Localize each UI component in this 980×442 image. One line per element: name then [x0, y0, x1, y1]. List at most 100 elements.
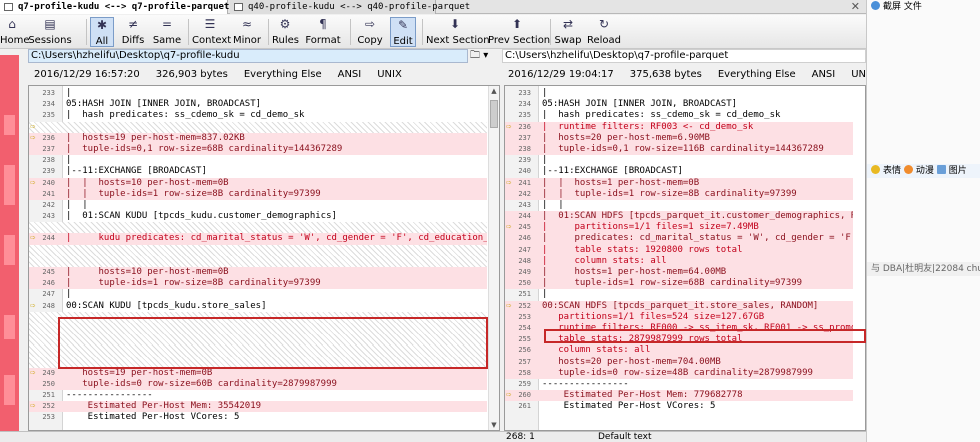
folder-icon[interactable]: 🗀 [470, 50, 480, 61]
tab-q40[interactable]: q40-profile-kudu <--> q40-profile-parque… [230, 0, 470, 14]
code-line[interactable]: 233 | [505, 88, 853, 99]
code-line[interactable]: 235 | hash predicates: ss_cdemo_sk = cd_d… [29, 110, 487, 121]
line-text: | hash predicates: ss_cdemo_sk = cd_demo… [66, 110, 305, 121]
code-line[interactable]: 261 Estimated Per-Host VCores: 5 [505, 401, 853, 412]
code-line[interactable]: ⇨ [29, 121, 487, 133]
code-line[interactable]: 240 |--11:EXCHANGE [BROADCAST] [505, 166, 853, 177]
scroll-up-icon[interactable]: ▲ [489, 86, 499, 96]
code-line[interactable]: 253 Estimated Per-Host VCores: 5 [29, 412, 487, 423]
code-line[interactable]: ⇨ 252 00:SCAN HDFS [tpcds_parquet_it.store… [505, 300, 853, 312]
format-button[interactable]: ¶ Format [304, 17, 342, 47]
code-line[interactable]: 255 table stats: 2879987999 rows total [505, 334, 853, 346]
code-line[interactable]: 253 partitions=1/1 files=524 size=127.67… [505, 311, 853, 323]
code-line[interactable]: ⇨ 236 | runtime filters: RF003 <- cd_demo_… [505, 121, 853, 133]
minor-button[interactable]: ≈ Minor [232, 17, 262, 47]
tab-q7[interactable]: q7-profile-kudu <--> q7-profile-parquet [0, 0, 229, 14]
code-line[interactable]: 256 column stats: all [505, 345, 853, 357]
code-line[interactable]: ⇨ 260 Estimated Per-Host Mem: 779682778 [505, 390, 853, 402]
code-line[interactable]: 233 | [29, 88, 487, 99]
code-line[interactable]: 247 | [29, 289, 487, 300]
home-button[interactable]: ⌂ Home [0, 17, 30, 47]
reload-button[interactable]: ↻ Reload [586, 17, 622, 47]
right-path-input[interactable]: C:\Users\hzhelifu\Desktop\q7-profile-par… [502, 49, 866, 63]
line-text: | | hosts=10 per-host-mem=0B [66, 177, 229, 188]
picture-icon[interactable] [936, 165, 946, 174]
line-number: 246 [518, 234, 531, 243]
prev-section-button[interactable]: ⬆ Prev Section [488, 17, 550, 47]
code-line[interactable] [29, 334, 487, 346]
code-line[interactable]: 254 runtime filters: RF000 -> ss_item_sk… [505, 322, 853, 335]
changed-line-arrow-icon[interactable]: ⇨ [30, 122, 42, 133]
code-line[interactable]: 239 | [505, 155, 853, 166]
next-section-button[interactable]: ⬇ Next Section [426, 17, 490, 47]
emoji-icon[interactable] [871, 165, 880, 174]
code-line[interactable]: 244 | 01:SCAN HDFS [tpcds_parquet_it.cust… [505, 211, 853, 223]
copy-button[interactable]: ⇨ Copy [356, 17, 384, 47]
code-line[interactable]: 259 ---------------- [505, 379, 853, 390]
code-line[interactable]: 234 05:HASH JOIN [INNER JOIN, BROADCAST] [29, 99, 487, 110]
code-line[interactable]: 243 | | [505, 200, 853, 211]
right-text-pane[interactable]: 233 | 234 05:HASH JOIN [INNER JOIN, BROADCA… [504, 85, 866, 431]
rules-button[interactable]: ⚙ Rules [272, 17, 299, 47]
code-line[interactable] [29, 356, 487, 368]
code-line[interactable]: ⇨ 241 | | hosts=1 per-host-mem=0B [505, 177, 853, 189]
code-line[interactable] [29, 322, 487, 335]
code-line[interactable]: 238 | [29, 155, 487, 166]
screenshot-button[interactable]: 截屏 文件 [867, 0, 980, 14]
all-button[interactable]: ✱ All [90, 17, 114, 47]
right-lines: 233 | 234 05:HASH JOIN [INNER JOIN, BROADCA… [505, 88, 853, 412]
same-button[interactable]: = Same [152, 17, 182, 47]
code-line[interactable]: 237 | tuple-ids=0,1 row-size=68B cardinal… [29, 143, 487, 156]
code-line[interactable]: 239 |--11:EXCHANGE [BROADCAST] [29, 166, 487, 177]
swap-icon: ⇄ [562, 17, 574, 31]
code-line[interactable]: 247 | table stats: 1920800 rows total [505, 244, 853, 256]
code-line[interactable] [29, 311, 487, 323]
sessions-button[interactable]: ▤ Sessions [28, 17, 72, 47]
code-line[interactable]: ⇨ 248 00:SCAN KUDU [tpcds_kudu.store_sales… [29, 301, 487, 312]
code-line[interactable]: 235 | hash predicates: ss_cdemo_sk = cd_d… [505, 110, 853, 121]
scroll-down-icon[interactable]: ▼ [489, 420, 499, 430]
code-line[interactable]: ⇨ 236 | hosts=19 per-host-mem=837.02KB [29, 132, 487, 144]
code-line[interactable]: ⇨ 252 Estimated Per-Host Mem: 35542019 [29, 401, 487, 413]
code-line[interactable]: 251 | [505, 289, 853, 300]
code-line[interactable]: 251 ---------------- [29, 390, 487, 401]
code-line[interactable]: 246 | predicates: cd_marital_status = 'W'… [505, 233, 853, 245]
close-tab-icon[interactable]: ✕ [851, 0, 860, 14]
code-line[interactable]: 258 tuple-ids=0 row-size=48B cardinality… [505, 367, 853, 379]
swap-button[interactable]: ⇄ Swap [554, 17, 582, 47]
code-line[interactable] [29, 345, 487, 357]
code-line[interactable]: ⇨ 245 | partitions=1/1 files=1 size=7.49MB [505, 222, 853, 234]
code-line[interactable]: 246 | tuple-ids=1 row-size=8B cardinality… [29, 278, 487, 290]
code-line[interactable] [29, 255, 487, 267]
code-line[interactable]: 248 | column stats: all [505, 255, 853, 267]
code-line[interactable] [29, 244, 487, 256]
code-line[interactable]: 234 05:HASH JOIN [INNER JOIN, BROADCAST] [505, 99, 853, 110]
code-line[interactable]: ⇨ 240 | | hosts=10 per-host-mem=0B [29, 177, 487, 189]
left-overview-bar[interactable] [0, 55, 19, 442]
code-line[interactable]: 245 | hosts=10 per-host-mem=0B [29, 267, 487, 279]
code-line[interactable]: ⇨ 244 | kudu predicates: cd_marital_status… [29, 233, 487, 245]
code-line[interactable]: ⇨ 249 hosts=19 per-host-mem=0B [29, 367, 487, 379]
left-path-input[interactable]: C:\Users\hzhelifu\Desktop\q7-profile-kud… [28, 49, 468, 63]
code-line[interactable]: 242 | | tuple-ids=1 row-size=8B cardinali… [505, 188, 853, 200]
code-line[interactable]: 241 | | tuple-ids=1 row-size=8B cardinali… [29, 188, 487, 200]
code-line[interactable]: 237 | hosts=20 per-host-mem=6.90MB [505, 132, 853, 144]
line-number: 233 [518, 89, 531, 97]
code-line[interactable]: 257 hosts=20 per-host-mem=704.00MB [505, 356, 853, 368]
line-number: 253 [42, 413, 55, 422]
diffs-button[interactable]: ≠ Diffs [120, 17, 146, 47]
code-line[interactable]: 242 | | [29, 200, 487, 211]
code-line[interactable]: 250 tuple-ids=0 row-size=60B cardinality… [29, 378, 487, 391]
context-button[interactable]: ☰ Context [192, 17, 231, 47]
left-vertical-scrollbar[interactable]: ▲ ▼ [488, 86, 499, 430]
code-line[interactable]: 249 | hosts=1 per-host-mem=64.00MB [505, 267, 853, 279]
code-line[interactable] [29, 222, 487, 234]
left-text-pane[interactable]: 233 | 234 05:HASH JOIN [INNER JOIN, BROADCA… [28, 85, 500, 431]
line-text: | hosts=1 per-host-mem=64.00MB [542, 267, 727, 277]
edit-button[interactable]: ✎ Edit [390, 17, 416, 47]
code-line[interactable]: 243 | 01:SCAN KUDU [tpcds_kudu.customer_d… [29, 211, 487, 222]
code-line[interactable]: 250 | tuple-ids=1 row-size=68B cardinalit… [505, 278, 853, 290]
code-line[interactable]: 238 | tuple-ids=0,1 row-size=116B cardina… [505, 143, 853, 156]
chevron-down-icon[interactable]: ▾ [483, 50, 488, 61]
animation-icon[interactable] [903, 165, 913, 174]
